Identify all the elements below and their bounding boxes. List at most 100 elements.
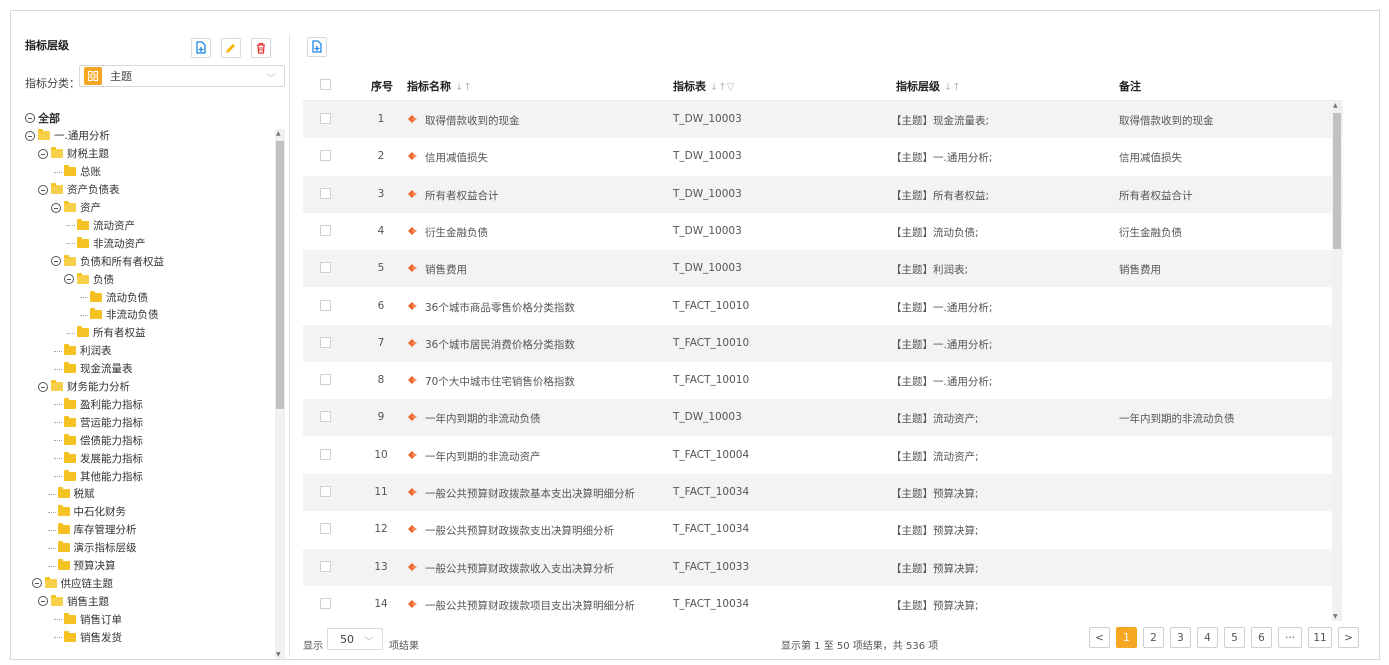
collapse-icon[interactable] xyxy=(38,596,48,607)
table-row[interactable]: 1 取得借款收到的现金 T_DW_10003 【主题】现金流量表; 取得借款收到的现金 xyxy=(303,101,1343,138)
collapse-icon[interactable] xyxy=(25,113,35,123)
tree-scrollbar-thumb[interactable] xyxy=(276,141,284,409)
page-button-5[interactable]: 5 xyxy=(1224,627,1245,648)
tree-node[interactable]: 税赋 xyxy=(57,485,95,503)
col-table[interactable]: 指标表 ↓↑▽ xyxy=(673,78,734,94)
row-name[interactable]: 一年内到期的非流动资产 xyxy=(425,449,541,464)
collapse-icon[interactable] xyxy=(51,256,61,267)
row-checkbox[interactable] xyxy=(320,448,331,460)
prev-page-button[interactable]: < xyxy=(1089,627,1110,648)
tree-node[interactable]: 销售发货 xyxy=(64,628,122,646)
table-row[interactable]: 3 所有者权益合计 T_DW_10003 【主题】所有者权益; 所有者权益合计 xyxy=(303,175,1343,213)
scroll-up-icon[interactable]: ▲ xyxy=(276,130,281,137)
tree-node[interactable]: 预算决算 xyxy=(57,557,116,575)
col-name[interactable]: 指标名称 ↓↑ xyxy=(407,78,472,94)
scroll-up-icon[interactable]: ▲ xyxy=(1333,102,1338,109)
tree-node[interactable]: 演示指标层级 xyxy=(57,539,137,557)
row-checkbox[interactable] xyxy=(320,597,331,609)
row-name[interactable]: 信用减值损失 xyxy=(425,150,488,165)
tree-node[interactable]: 流动资产 xyxy=(77,216,135,234)
classify-select[interactable]: 主题 ﹀ xyxy=(79,65,285,87)
tree-node[interactable]: 资产 xyxy=(51,199,101,217)
table-row[interactable]: 4 衍生金融负债 T_DW_10003 【主题】流动负债; 衍生金融负债 xyxy=(303,213,1343,250)
table-row[interactable]: 12 一般公共预算财政拨款支出决算明细分析 T_FACT_10034 【主题】预算决算… xyxy=(303,511,1343,548)
sort-icon[interactable]: ↓↑ xyxy=(944,82,961,93)
row-name[interactable]: 所有者权益合计 xyxy=(425,188,499,203)
select-all-checkbox[interactable] xyxy=(320,79,331,90)
col-level[interactable]: 指标层级 ↓↑ xyxy=(896,78,961,94)
row-checkbox[interactable] xyxy=(320,560,331,572)
page-button-2[interactable]: 2 xyxy=(1143,627,1164,648)
row-checkbox[interactable] xyxy=(320,187,331,199)
tree-node[interactable]: 资产负债表 xyxy=(38,181,120,199)
row-name[interactable]: 一年内到期的非流动负债 xyxy=(425,411,541,426)
tree-node[interactable]: 财税主题 xyxy=(38,145,109,163)
sort-icon[interactable]: ↓↑ xyxy=(455,82,472,93)
add-node-button[interactable] xyxy=(191,38,211,58)
tree-node[interactable]: 发展能力指标 xyxy=(64,449,143,467)
row-checkbox[interactable] xyxy=(320,411,331,423)
tree-node[interactable]: 非流动资产 xyxy=(77,234,146,252)
collapse-icon[interactable] xyxy=(51,202,61,213)
row-checkbox[interactable] xyxy=(320,262,331,274)
sort-filter-icon[interactable]: ↓↑▽ xyxy=(710,82,734,93)
tree-node[interactable]: 偿债能力指标 xyxy=(64,431,143,449)
table-row[interactable]: 10 一年内到期的非流动资产 T_FACT_10004 【主题】流动资产; xyxy=(303,437,1343,474)
page-button-1[interactable]: 1 xyxy=(1116,627,1137,648)
page-button-···[interactable]: ··· xyxy=(1278,627,1302,648)
table-row[interactable]: 14 一般公共预算财政拨款项目支出决算明细分析 T_FACT_10034 【主题】预算… xyxy=(303,586,1343,623)
row-name[interactable]: 一般公共预算财政拨款项目支出决算明细分析 xyxy=(425,598,635,613)
edit-node-button[interactable] xyxy=(221,38,241,58)
tree-node[interactable]: 负债 xyxy=(64,270,114,288)
row-checkbox[interactable] xyxy=(320,224,331,236)
table-row[interactable]: 7 36个城市居民消费价格分类指数 T_FACT_10010 【主题】一.通用分析; xyxy=(303,324,1343,362)
tree-node[interactable]: 营运能力指标 xyxy=(64,413,143,431)
tree-node[interactable]: 一.通用分析 xyxy=(25,127,110,145)
scroll-down-icon[interactable]: ▼ xyxy=(1333,613,1338,620)
tree-node[interactable]: 现金流量表 xyxy=(64,360,133,378)
row-name[interactable]: 衍生金融负债 xyxy=(425,225,488,240)
tree-node[interactable]: 利润表 xyxy=(64,342,112,360)
row-name[interactable]: 36个城市居民消费价格分类指数 xyxy=(425,337,575,352)
tree-node[interactable]: 中石化财务 xyxy=(57,503,126,521)
tree-node[interactable]: 全部 xyxy=(25,109,60,127)
table-row[interactable]: 5 销售费用 T_DW_10003 【主题】利润表; 销售费用 xyxy=(303,250,1343,288)
collapse-icon[interactable] xyxy=(38,381,48,392)
row-name[interactable]: 取得借款收到的现金 xyxy=(425,113,520,128)
collapse-icon[interactable] xyxy=(64,274,74,285)
collapse-icon[interactable] xyxy=(38,184,48,195)
tree-node[interactable]: 财务能力分析 xyxy=(38,378,130,396)
tree-node[interactable]: 所有者权益 xyxy=(77,324,146,342)
row-name[interactable]: 一般公共预算财政拨款基本支出决算明细分析 xyxy=(425,486,635,501)
row-checkbox[interactable] xyxy=(320,150,331,162)
next-page-button[interactable]: > xyxy=(1338,627,1359,648)
row-checkbox[interactable] xyxy=(320,113,331,124)
tree-node[interactable]: 其他能力指标 xyxy=(64,467,143,485)
table-scrollbar-thumb[interactable] xyxy=(1333,113,1341,249)
tree-node[interactable]: 负债和所有者权益 xyxy=(51,252,164,270)
collapse-icon[interactable] xyxy=(31,578,42,589)
tree-node[interactable]: 非流动负债 xyxy=(90,306,159,324)
page-button-3[interactable]: 3 xyxy=(1170,627,1191,648)
tree-node[interactable]: 销售主题 xyxy=(38,592,109,610)
collapse-icon[interactable] xyxy=(38,148,48,159)
collapse-icon[interactable] xyxy=(25,130,35,141)
page-button-6[interactable]: 6 xyxy=(1251,627,1272,648)
row-name[interactable]: 36个城市商品零售价格分类指数 xyxy=(425,300,575,315)
tree-node[interactable]: 总账 xyxy=(64,163,101,181)
row-checkbox[interactable] xyxy=(320,523,331,535)
table-row[interactable]: 2 信用减值损失 T_DW_10003 【主题】一.通用分析; 信用减值损失 xyxy=(303,138,1343,175)
add-indicator-button[interactable] xyxy=(307,37,327,57)
table-row[interactable]: 11 一般公共预算财政拨款基本支出决算明细分析 T_FACT_10034 【主题】预算… xyxy=(303,474,1343,511)
tree-scrollbar[interactable]: ▲ ▼ xyxy=(275,129,285,659)
tree-node[interactable]: 供应链主题 xyxy=(31,574,113,592)
table-row[interactable]: 9 一年内到期的非流动负债 T_DW_10003 【主题】流动资产; 一年内到期的非流动… xyxy=(303,399,1343,437)
page-button-4[interactable]: 4 xyxy=(1197,627,1218,648)
row-checkbox[interactable] xyxy=(320,299,331,311)
table-row[interactable]: 8 70个大中城市住宅销售价格指数 T_FACT_10010 【主题】一.通用分析; xyxy=(303,362,1343,399)
table-scrollbar[interactable]: ▲ ▼ xyxy=(1332,101,1342,621)
tree-node[interactable]: 盈利能力指标 xyxy=(64,395,143,413)
row-checkbox[interactable] xyxy=(320,374,331,386)
delete-node-button[interactable] xyxy=(251,38,271,58)
page-size-select[interactable]: 50 ﹀ xyxy=(327,628,383,650)
